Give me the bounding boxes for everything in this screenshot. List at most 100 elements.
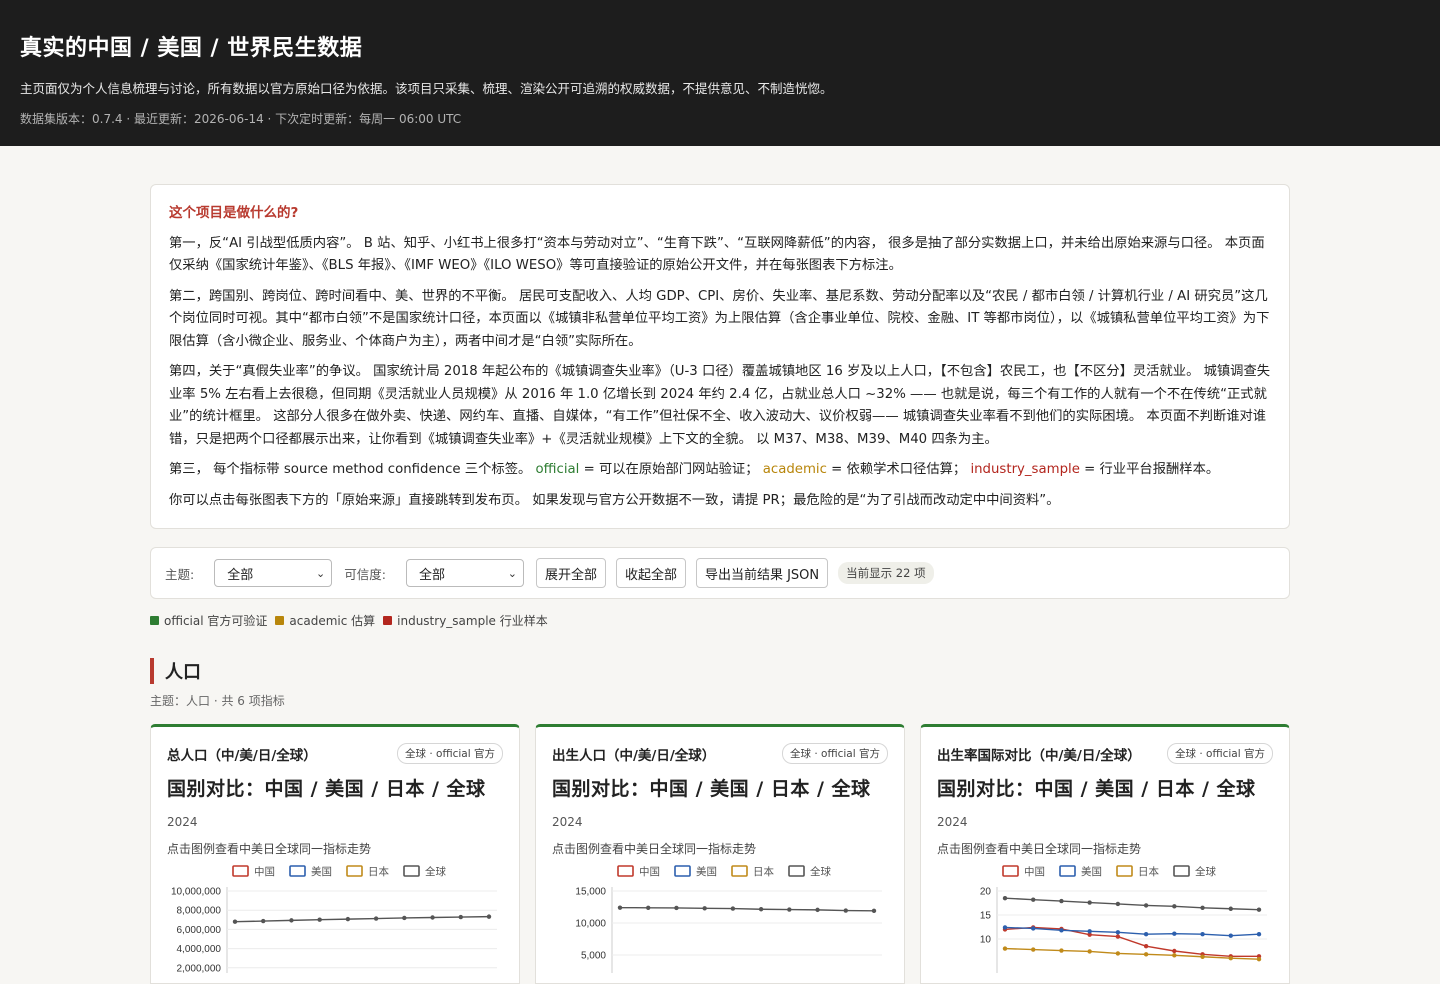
legend-item-japan[interactable]: 日本 (346, 865, 389, 878)
data-point-world (843, 908, 848, 913)
page-subtitle: 主页面仅为个人信息梳理与讨论，所有数据以官方原始口径为依据。该项目只采集、梳理、… (20, 81, 833, 96)
data-point-world (815, 907, 820, 913)
data-point-world (1059, 898, 1064, 904)
data-point-world (261, 918, 266, 924)
academic-swatch (275, 616, 285, 625)
card-headline: 国别对比：中国 / 美国 / 日本 / 全球 (167, 778, 486, 800)
topic-select-value: 全部 (227, 567, 254, 583)
data-point-japan (1172, 953, 1177, 958)
legend-swatch (788, 865, 805, 877)
y-tick-label: 4,000,000 (177, 944, 222, 955)
legend-swatch (232, 865, 249, 877)
industry-term: industry_sample (970, 462, 1080, 477)
data-point-usa (1172, 931, 1177, 936)
chevron-down-icon: ⌄ (507, 566, 517, 580)
data-point-world (289, 918, 294, 923)
data-point-world (871, 908, 877, 914)
series-line-usa (1004, 926, 1260, 937)
card-year: 2024 (937, 815, 968, 829)
data-point-china (1115, 934, 1121, 939)
card-headline: 国别对比：中国 / 美国 / 日本 / 全球 (552, 778, 871, 800)
legend-swatch (1116, 865, 1133, 877)
card-headline: 国别对比：中国 / 美国 / 日本 / 全球 (937, 778, 1256, 800)
chevron-down-icon: ⌄ (316, 566, 326, 580)
expand-all-button[interactable]: 展开全部 (535, 558, 606, 588)
legend-label: 中国 (1024, 865, 1045, 878)
data-point-world (1087, 900, 1092, 905)
industry-swatch (383, 616, 393, 625)
official-term: official (535, 462, 580, 477)
legend-label: 日本 (753, 865, 774, 878)
legend-item-japan[interactable]: 日本 (1116, 865, 1160, 878)
series-line-world (1004, 897, 1260, 911)
intro-paragraph-4: 第三， 每个指标带 source method confidence 三个标签。… (169, 459, 1271, 482)
legend-official-label: official 官方可验证 (164, 614, 268, 628)
legend-label: 美国 (311, 865, 332, 878)
y-tick-label: 6,000,000 (177, 925, 222, 936)
card-hint: 点击图例查看中美日全球同一指标走势 (167, 842, 372, 856)
legend-item-china[interactable]: 中国 (1002, 865, 1045, 878)
legend-item-usa[interactable]: 美国 (1059, 865, 1102, 878)
card-title: 出生人口（中/美/日/全球） (552, 747, 716, 764)
legend-label: 中国 (254, 865, 275, 878)
data-point-world (430, 915, 435, 920)
data-point-usa (1143, 932, 1149, 937)
academic-desc: = 依赖学术口径估算； (826, 462, 971, 477)
topic-select[interactable]: 全部 ⌄ (214, 559, 333, 587)
data-point-world (1143, 903, 1149, 908)
legend-label: 全球 (810, 865, 831, 878)
legend-swatch (289, 865, 306, 877)
topic-label: 主题: (165, 566, 195, 582)
collapse-all-button[interactable]: 收起全部 (615, 558, 686, 588)
data-point-world (373, 916, 379, 921)
section-title: 人口 (165, 662, 201, 683)
legend-label: 全球 (1195, 865, 1217, 878)
data-point-japan (1200, 954, 1205, 959)
data-point-japan (1143, 952, 1149, 957)
series-line-world (619, 906, 875, 912)
chart-births: 中国 美国 日本 全球15,00010,0005,000 (575, 865, 882, 973)
legend-industry-label: industry_sample 行业样本 (397, 614, 548, 628)
legend-item-china[interactable]: 中国 (617, 865, 660, 878)
data-point-world (345, 916, 351, 922)
section-subtitle: 主题：人口 · 共 6 项指标 (150, 694, 285, 708)
legend-item-usa[interactable]: 美国 (289, 865, 332, 878)
legend-item-world[interactable]: 全球 (788, 865, 831, 878)
data-point-usa (1002, 925, 1008, 930)
y-tick-label: 8,000,000 (177, 906, 222, 917)
legend-academic-label: academic 估算 (289, 614, 376, 628)
legend-item-world[interactable]: 全球 (403, 865, 446, 878)
data-point-usa (1228, 933, 1233, 938)
academic-term: academic (762, 462, 827, 477)
data-point-world (674, 905, 679, 911)
series-line-japan (1004, 947, 1260, 960)
filter-bar: 主题: 全部 ⌄ 可信度: 全部 ⌄ 展开全部 收起全部 导出当前结果 JSON… (150, 547, 1290, 599)
legend-label: 中国 (639, 865, 660, 878)
intro-paragraph-3: 第四，关于“真假失业率”的争议。 国家统计局 2018 年起公布的《城镇调查失业… (169, 364, 1271, 447)
legend-item-world[interactable]: 全球 (1173, 865, 1217, 878)
data-point-world (1228, 906, 1233, 911)
confidence-select[interactable]: 全部 ⌄ (405, 559, 524, 587)
data-point-china (1172, 948, 1177, 954)
legend-item-japan[interactable]: 日本 (731, 865, 774, 878)
industry-desc: = 行业平台报酬样本。 (1079, 462, 1220, 477)
legend-swatch (1059, 865, 1076, 877)
data-point-world (1002, 896, 1008, 901)
data-point-japan (1031, 947, 1036, 952)
data-point-world (646, 905, 651, 910)
card-year: 2024 (167, 815, 198, 829)
legend-label: 日本 (1138, 865, 1160, 878)
data-point-world (730, 906, 736, 911)
legend-item-china[interactable]: 中国 (232, 865, 275, 878)
result-count-badge: 当前显示 22 项 (838, 562, 934, 584)
legend-label: 美国 (1081, 865, 1102, 878)
legend-item-usa[interactable]: 美国 (674, 865, 717, 878)
metric-card: 出生率国际对比（中/美/日/全球） 全球 · official 官方 国别对比：… (920, 724, 1290, 984)
y-tick-label: 10,000 (575, 919, 606, 930)
y-tick-label: 15,000 (575, 887, 606, 898)
card-grid: 总人口（中/美/日/全球） 全球 · official 官方 国别对比：中国 /… (150, 724, 1290, 984)
data-point-world (702, 906, 707, 911)
card-title: 总人口（中/美/日/全球） (167, 747, 317, 764)
export-json-button[interactable]: 导出当前结果 JSON (695, 558, 829, 588)
data-point-world (1200, 905, 1205, 910)
